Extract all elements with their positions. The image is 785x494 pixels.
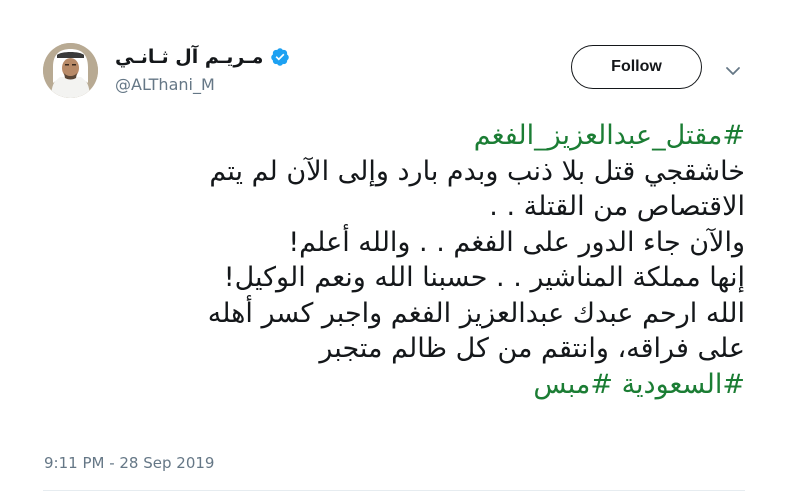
hashtag-link[interactable]: #السعودية bbox=[622, 369, 745, 400]
tweet-text-line: على فراقه، وانتقم من كل ظالم متجبر bbox=[319, 333, 745, 364]
divider bbox=[43, 490, 745, 491]
tweet-text-line: إنها مملكة المناشير . . حسبنا الله ونعم … bbox=[223, 262, 745, 293]
chevron-down-icon[interactable] bbox=[724, 62, 742, 75]
tweet-text-line: الله ارحم عبدك عبدالعزيز الفغم واجبر كسر… bbox=[207, 297, 745, 329]
hashtag-link[interactable]: #مقتل_عبدالعزيز_الفغم bbox=[25, 118, 745, 154]
user-handle[interactable]: @ALThani_M bbox=[115, 75, 215, 95]
verified-badge-icon bbox=[270, 47, 290, 67]
avatar[interactable] bbox=[43, 43, 98, 98]
hashtag-link[interactable]: #مبس bbox=[533, 369, 613, 400]
tweet-text: #مقتل_عبدالعزيز_الفغم خاشقجي قتل بلا ذنب… bbox=[25, 118, 745, 402]
display-name[interactable]: مـريـم آل ثـانـي bbox=[115, 45, 263, 69]
tweet-text-line: الاقتصاص من القتلة . . bbox=[489, 191, 745, 222]
hashtags-bottom-line: #السعودية #مبس bbox=[25, 367, 745, 403]
tweet-card: مـريـم آل ثـانـي @ALThani_M Follow #مقتل… bbox=[0, 0, 785, 494]
tweet-timestamp[interactable]: 9:11 PM - 28 Sep 2019 bbox=[44, 454, 214, 472]
tweet-text-line: والآن جاء الدور على الفغم . . والله أعلم… bbox=[288, 226, 745, 258]
tweet-text-line: خاشقجي قتل بلا ذنب وبدم بارد وإلى الآن ل… bbox=[209, 155, 745, 187]
user-name-row: مـريـم آل ثـانـي bbox=[115, 44, 290, 70]
follow-button[interactable]: Follow bbox=[571, 45, 702, 89]
